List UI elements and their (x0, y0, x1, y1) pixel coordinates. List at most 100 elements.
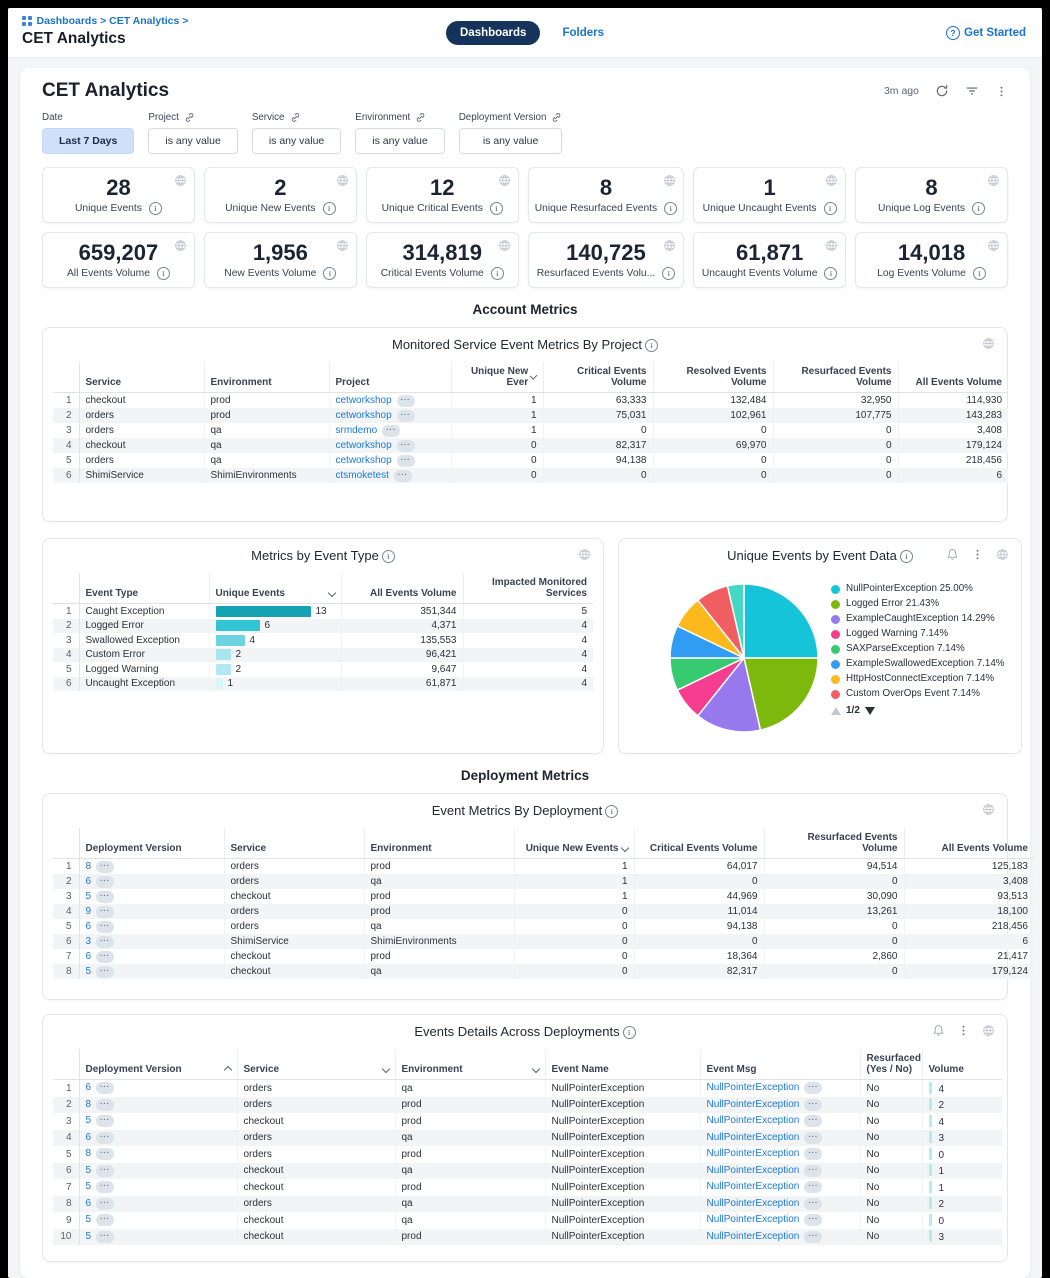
column-header-resurfaced-events-volume[interactable]: Resurfaced Events Volume (764, 828, 904, 859)
tile-globe-icon[interactable] (174, 239, 187, 252)
more-pill[interactable]: ··· (804, 1082, 822, 1094)
more-pill[interactable]: ··· (804, 1198, 822, 1210)
more-pill[interactable]: ··· (804, 1231, 822, 1243)
tile-globe-icon[interactable] (336, 174, 349, 187)
more-pill[interactable]: ··· (804, 1115, 822, 1127)
more-pill[interactable]: ··· (96, 861, 114, 873)
cell-link[interactable]: 6 (86, 1198, 92, 1209)
column-header-all-events-volume[interactable]: All Events Volume (341, 573, 463, 604)
more-pill[interactable]: ··· (96, 936, 114, 948)
tile-globe-icon[interactable] (987, 239, 1000, 252)
more-pill[interactable]: ··· (96, 1214, 114, 1226)
cell-link[interactable]: NullPointerException (707, 1214, 800, 1225)
tile-globe-icon[interactable] (825, 174, 838, 187)
tab-folders[interactable]: Folders (562, 27, 604, 39)
more-pill[interactable]: ··· (96, 1099, 114, 1111)
column-header-volume[interactable]: Volume (922, 1049, 1002, 1080)
info-icon[interactable]: i (382, 550, 395, 563)
more-pill[interactable]: ··· (804, 1099, 822, 1111)
tile-globe-icon[interactable] (498, 239, 511, 252)
filter-value-button[interactable]: Last 7 Days (42, 128, 134, 154)
legend-item[interactable]: ExampleCaughtException 14.29% (831, 613, 1009, 626)
more-pill[interactable]: ··· (96, 1082, 114, 1094)
more-pill[interactable]: ··· (96, 1115, 114, 1127)
filter-icon[interactable] (965, 84, 979, 98)
cell-link[interactable]: 6 (86, 1082, 92, 1093)
cell-link[interactable]: 5 (86, 1214, 92, 1225)
cell-link[interactable]: 6 (86, 921, 92, 932)
info-icon[interactable]: i (900, 550, 913, 563)
more-pill[interactable]: ··· (804, 1132, 822, 1144)
more-pill[interactable]: ··· (96, 1148, 114, 1160)
more-pill[interactable]: ··· (96, 876, 114, 888)
tile-globe-icon[interactable] (825, 239, 838, 252)
refresh-icon[interactable] (935, 84, 949, 98)
info-icon[interactable]: i (662, 267, 675, 280)
more-pill[interactable]: ··· (96, 1231, 114, 1243)
column-header-critical-events-volume[interactable]: Critical Events Volume (634, 828, 764, 859)
column-header-deployment-version[interactable]: Deployment Version (79, 1049, 237, 1080)
kebab-menu-icon[interactable] (957, 1024, 970, 1037)
more-pill[interactable]: ··· (96, 906, 114, 918)
pie-chart[interactable] (663, 575, 825, 737)
cell-link[interactable]: 8 (86, 1148, 92, 1159)
more-pill[interactable]: ··· (394, 470, 412, 482)
more-pill[interactable]: ··· (96, 966, 114, 978)
column-header-resurfaced[interactable]: Resurfaced(Yes / No) (860, 1049, 922, 1080)
legend-item[interactable]: Logged Warning 7.14% (831, 628, 1009, 641)
bell-icon[interactable] (946, 548, 959, 561)
column-header-environment[interactable]: Environment (364, 828, 514, 859)
column-header-all-events-volume[interactable]: All Events Volume (898, 362, 1008, 393)
info-icon[interactable]: i (645, 339, 658, 352)
info-icon[interactable]: i (824, 202, 837, 215)
column-header-service[interactable]: Service (237, 1049, 395, 1080)
legend-item[interactable]: Custom OverOps Event 7.14% (831, 688, 1009, 701)
legend-page-down-icon[interactable] (865, 707, 875, 715)
cell-link[interactable]: NullPointerException (707, 1165, 800, 1176)
cell-link[interactable]: 6 (86, 1132, 92, 1143)
column-header-event-type[interactable]: Event Type (79, 573, 209, 604)
filter-value-button[interactable]: is any value (355, 128, 444, 154)
column-header-unique-events[interactable]: Unique Events (209, 573, 341, 604)
column-header-critical-events-volume[interactable]: Critical Events Volume (543, 362, 653, 393)
column-header-resolved-events-volume[interactable]: Resolved Events Volume (653, 362, 773, 393)
column-header-project[interactable]: Project (329, 362, 451, 393)
legend-item[interactable]: ExampleSwallowedException 7.14% (831, 658, 1009, 671)
more-pill[interactable]: ··· (804, 1165, 822, 1177)
cell-link[interactable]: NullPointerException (707, 1132, 800, 1143)
filter-value-button[interactable]: is any value (459, 128, 563, 154)
column-header-event-name[interactable]: Event Name (545, 1049, 700, 1080)
kebab-menu-icon[interactable] (971, 548, 984, 561)
globe-icon[interactable] (996, 548, 1009, 561)
cell-link[interactable]: cetworkshop (336, 440, 392, 451)
column-header-all-events-volume[interactable]: All Events Volume (904, 828, 1034, 859)
info-icon[interactable]: i (157, 267, 170, 280)
more-pill[interactable]: ··· (382, 425, 400, 437)
tile-globe-icon[interactable] (987, 174, 1000, 187)
more-pill[interactable]: ··· (804, 1214, 822, 1226)
cell-link[interactable]: 5 (86, 891, 92, 902)
globe-icon[interactable] (982, 803, 995, 816)
more-pill[interactable]: ··· (96, 951, 114, 963)
info-icon[interactable]: i (605, 805, 618, 818)
info-icon[interactable]: i (664, 202, 677, 215)
more-pill[interactable]: ··· (397, 440, 415, 452)
tile-globe-icon[interactable] (174, 174, 187, 187)
legend-page-up-icon[interactable] (831, 707, 841, 715)
more-pill[interactable]: ··· (96, 1181, 114, 1193)
cell-link[interactable]: cetworkshop (336, 395, 392, 406)
cell-link[interactable]: 6 (86, 876, 92, 887)
cell-link[interactable]: 3 (86, 936, 92, 947)
legend-item[interactable]: HttpHostConnectException 7.14% (831, 673, 1009, 686)
column-header-impacted-monitored-services[interactable]: Impacted Monitored Services (463, 573, 593, 604)
refresh-icon[interactable] (935, 84, 949, 98)
column-header-event-msg[interactable]: Event Msg (700, 1049, 860, 1080)
more-pill[interactable]: ··· (96, 1132, 114, 1144)
tab-dashboards[interactable]: Dashboards (446, 21, 540, 45)
breadcrumb-text[interactable]: Dashboards > CET Analytics > (37, 15, 189, 27)
more-pill[interactable]: ··· (397, 395, 415, 407)
more-pill[interactable]: ··· (804, 1181, 822, 1193)
info-icon[interactable]: i (824, 267, 837, 280)
info-icon[interactable]: i (973, 267, 986, 280)
globe-icon[interactable] (982, 337, 995, 350)
